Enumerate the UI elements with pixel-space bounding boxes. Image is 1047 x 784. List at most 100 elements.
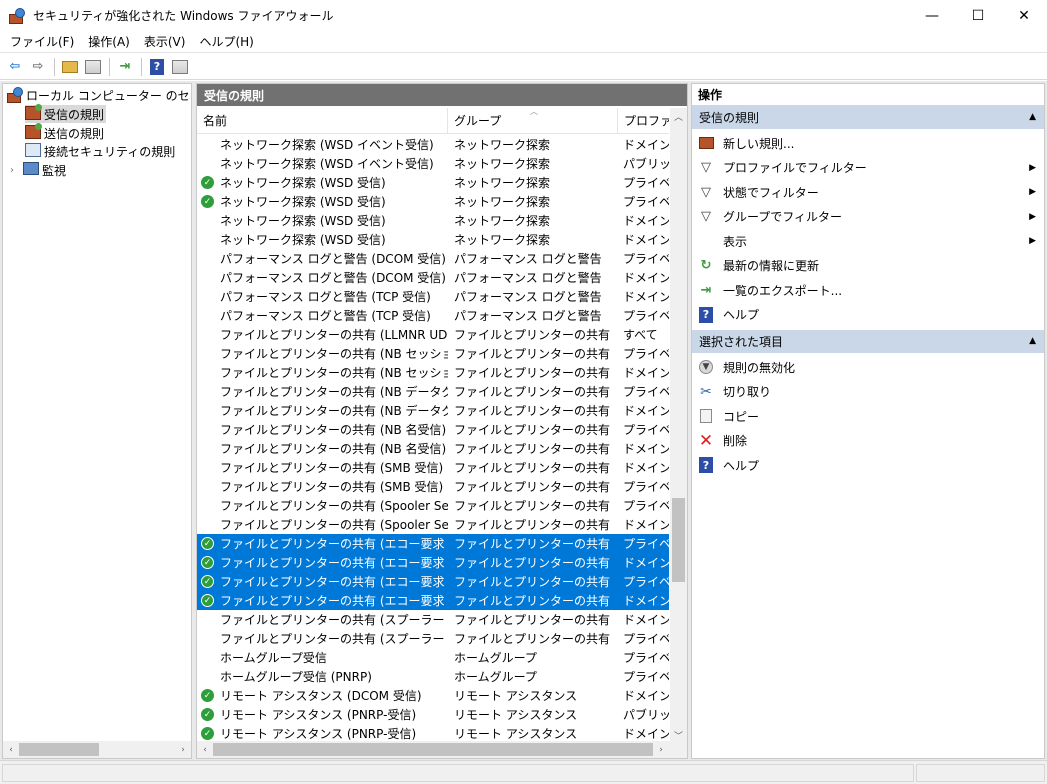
- rules-horizontal-scrollbar[interactable]: ‹ ›: [197, 741, 687, 758]
- table-row[interactable]: ホームグループ受信 (PNRP) ホームグループ プライベー: [197, 667, 669, 686]
- column-header-profile[interactable]: プロファイル: [618, 108, 669, 134]
- table-row[interactable]: ネットワーク探索 (WSD 受信) ネットワーク探索 ドメイン, /: [197, 230, 669, 249]
- tree-item-monitoring[interactable]: › 監視: [10, 161, 66, 179]
- firewall-app-icon[interactable]: [9, 7, 25, 24]
- rule-group-cell: ファイルとプリンターの共有: [454, 328, 611, 342]
- action-item[interactable]: ? ヘルプ: [692, 453, 1044, 478]
- action-item-label: 新しい規則...: [723, 136, 795, 151]
- table-row[interactable]: パフォーマンス ログと警告 (TCP 受信) パフォーマンス ログと警告 プライベー: [197, 306, 669, 325]
- table-row[interactable]: ネットワーク探索 (WSD イベント受信) ネットワーク探索 パブリック: [197, 154, 669, 173]
- table-row[interactable]: パフォーマンス ログと警告 (DCOM 受信) パフォーマンス ログと警告 ドメイン: [197, 268, 669, 287]
- scroll-right-icon[interactable]: ›: [653, 741, 669, 758]
- table-row[interactable]: ファイルとプリンターの共有 (LLMNR UDP 受信) ファイルとプリンターの共…: [197, 325, 669, 344]
- column-header-name[interactable]: 名前: [197, 107, 448, 134]
- tree-item-connection-security-rules[interactable]: 接続セキュリティの規則: [25, 142, 175, 160]
- show-hide-action-pane-icon[interactable]: [170, 57, 190, 77]
- menu-file[interactable]: ファイル(F): [3, 33, 81, 50]
- collapse-caret-icon[interactable]: ▲: [1029, 112, 1036, 122]
- table-row[interactable]: ネットワーク探索 (WSD 受信) ネットワーク探索 ドメイン, /: [197, 211, 669, 230]
- scroll-thumb[interactable]: [213, 743, 653, 756]
- action-item[interactable]: ⇥ 一覧のエクスポート...: [692, 278, 1044, 303]
- action-item[interactable]: ▽ 状態でフィルター ▶: [692, 180, 1044, 205]
- table-row[interactable]: ✓ ファイルとプリンターの共有 (エコー要求 - ICMP... ファイルとプリンタ…: [197, 591, 669, 610]
- table-row[interactable]: ファイルとプリンターの共有 (Spooler Service - ... ファイル…: [197, 496, 669, 515]
- action-item[interactable]: ✕ 削除: [692, 429, 1044, 454]
- cut-icon: ✂: [700, 383, 712, 400]
- action-item[interactable]: ▽ グループでフィルター ▶: [692, 205, 1044, 230]
- table-row[interactable]: ファイルとプリンターの共有 (スプーラー サービス - ... ファイルとプリンタ…: [197, 610, 669, 629]
- menu-view[interactable]: 表示(V): [137, 33, 193, 50]
- rule-name-cell: ファイルとプリンターの共有 (エコー要求 - ICMP...: [220, 575, 448, 589]
- rule-name-cell: リモート アシスタンス (PNRP-受信): [220, 708, 417, 722]
- table-row[interactable]: パフォーマンス ログと警告 (TCP 受信) パフォーマンス ログと警告 ドメイン: [197, 287, 669, 306]
- table-row[interactable]: ✓ ファイルとプリンターの共有 (エコー要求 - ICMP... ファイルとプリンタ…: [197, 553, 669, 572]
- table-row[interactable]: ネットワーク探索 (WSD イベント受信) ネットワーク探索 ドメイン: [197, 135, 669, 154]
- maximize-button[interactable]: ☐: [955, 0, 1001, 31]
- scroll-up-icon[interactable]: ︿: [670, 108, 687, 124]
- table-row[interactable]: ファイルとプリンターの共有 (NB 名受信) ファイルとプリンターの共有 ドメイン: [197, 439, 669, 458]
- show-hide-tree-icon[interactable]: [83, 57, 103, 77]
- action-section-header[interactable]: 選択された項目 ▲: [692, 330, 1044, 353]
- table-row[interactable]: ファイルとプリンターの共有 (NB 名受信) ファイルとプリンターの共有プライベー: [197, 420, 669, 439]
- tree-root[interactable]: ローカル コンピューター のセキュリティ: [7, 86, 191, 104]
- close-button[interactable]: ✕: [1001, 0, 1047, 31]
- back-arrow-icon[interactable]: ⇦: [5, 57, 25, 77]
- tree-item-inbound-rules[interactable]: 受信の規則: [25, 104, 107, 123]
- table-row[interactable]: ✓ リモート アシスタンス (PNRP-受信) リモート アシスタンス パブリック: [197, 705, 669, 724]
- help-icon[interactable]: ?: [147, 57, 167, 77]
- rules-vertical-scrollbar[interactable]: ︿ ﹀: [670, 108, 687, 743]
- table-row[interactable]: ファイルとプリンターの共有 (SMB 受信) ファイルとプリンターの共有プライベー: [197, 477, 669, 496]
- table-row[interactable]: ホームグループ受信 ホームグループ プライベー: [197, 648, 669, 667]
- rule-profile-cell: プライベー: [623, 423, 669, 437]
- action-section-title: 選択された項目: [699, 335, 784, 349]
- export-list-icon[interactable]: ⇥: [115, 57, 135, 77]
- table-row[interactable]: ✓ ネットワーク探索 (WSD 受信) ネットワーク探索 プライベー: [197, 192, 669, 211]
- action-section-header[interactable]: 受信の規則 ▲: [692, 106, 1044, 129]
- submenu-arrow-icon: ▶: [1029, 236, 1036, 247]
- action-item-label: 規則の無効化: [723, 360, 796, 375]
- table-row[interactable]: ✓ リモート アシスタンス (DCOM 受信) リモート アシスタンス ドメイン: [197, 686, 669, 705]
- up-folder-icon[interactable]: [60, 57, 80, 77]
- table-row[interactable]: ファイルとプリンターの共有 (SMB 受信) ファイルとプリンターの共有 ドメイン: [197, 458, 669, 477]
- action-item[interactable]: ↻ 最新の情報に更新: [692, 254, 1044, 279]
- rule-name-cell: ネットワーク探索 (WSD 受信): [220, 176, 386, 190]
- menu-help[interactable]: ヘルプ(H): [192, 33, 260, 50]
- table-row[interactable]: パフォーマンス ログと警告 (DCOM 受信) パフォーマンス ログと警告 プライベ…: [197, 249, 669, 268]
- scroll-left-icon[interactable]: ‹: [3, 741, 19, 758]
- tree-item-outbound-rules[interactable]: 送信の規則: [25, 123, 104, 142]
- table-row[interactable]: ✓ ネットワーク探索 (WSD 受信) ネットワーク探索 プライベー: [197, 173, 669, 192]
- action-item[interactable]: 新しい規則...: [692, 131, 1044, 156]
- action-item[interactable]: 表示 ▶: [692, 229, 1044, 254]
- action-item[interactable]: コピー: [692, 404, 1044, 429]
- action-item[interactable]: ▼ 規則の無効化: [692, 355, 1044, 380]
- scroll-left-icon[interactable]: ‹: [197, 741, 213, 758]
- action-item[interactable]: ✂ 切り取り: [692, 380, 1044, 405]
- rule-group-cell: ホームグループ: [454, 670, 537, 684]
- table-row[interactable]: ✓ ファイルとプリンターの共有 (エコー要求 - ICMP... ファイルとプリンタ…: [197, 572, 669, 591]
- scroll-thumb[interactable]: [672, 498, 685, 582]
- table-row[interactable]: ファイルとプリンターの共有 (NB データグラム受信) ファイルとプリンターの共有…: [197, 401, 669, 420]
- expand-chevron-icon[interactable]: ›: [10, 165, 20, 176]
- table-row[interactable]: ファイルとプリンターの共有 (Spooler Service - ... ファイル…: [197, 515, 669, 534]
- table-row[interactable]: ファイルとプリンターの共有 (NB データグラム受信) ファイルとプリンターの共有…: [197, 382, 669, 401]
- table-row[interactable]: ファイルとプリンターの共有 (スプーラー サービス - ... ファイルとプリンタ…: [197, 629, 669, 648]
- scroll-right-icon[interactable]: ›: [175, 741, 191, 758]
- scroll-thumb[interactable]: [19, 743, 99, 756]
- menu-action[interactable]: 操作(A): [81, 33, 137, 50]
- tree-horizontal-scrollbar[interactable]: ‹ ›: [3, 741, 191, 758]
- rule-status-cell: [197, 458, 218, 477]
- rule-status-cell: [197, 268, 218, 287]
- rule-status-cell: ✓: [197, 192, 218, 211]
- rule-profile-cell: プライベー: [623, 309, 669, 323]
- minimize-button[interactable]: —: [909, 0, 955, 31]
- rule-name-cell: ホームグループ受信 (PNRP): [220, 670, 372, 684]
- action-item[interactable]: ? ヘルプ: [692, 303, 1044, 328]
- rule-status-cell: [197, 648, 218, 667]
- table-row[interactable]: ✓ ファイルとプリンターの共有 (エコー要求 - ICMP... ファイルとプリンタ…: [197, 534, 669, 553]
- table-row[interactable]: ファイルとプリンターの共有 (NB セッション受信) ファイルとプリンターの共有プ…: [197, 344, 669, 363]
- collapse-caret-icon[interactable]: ▲: [1029, 336, 1036, 346]
- forward-arrow-icon[interactable]: ⇨: [28, 57, 48, 77]
- action-item[interactable]: ▽ プロファイルでフィルター ▶: [692, 156, 1044, 181]
- actions-pane: 操作 受信の規則 ▲ 新しい規則... ▽ プロファイルでフィルター ▶ ▽ 状態でフィルター…: [691, 83, 1045, 759]
- table-row[interactable]: ファイルとプリンターの共有 (NB セッション受信) ファイルとプリンターの共有ド…: [197, 363, 669, 382]
